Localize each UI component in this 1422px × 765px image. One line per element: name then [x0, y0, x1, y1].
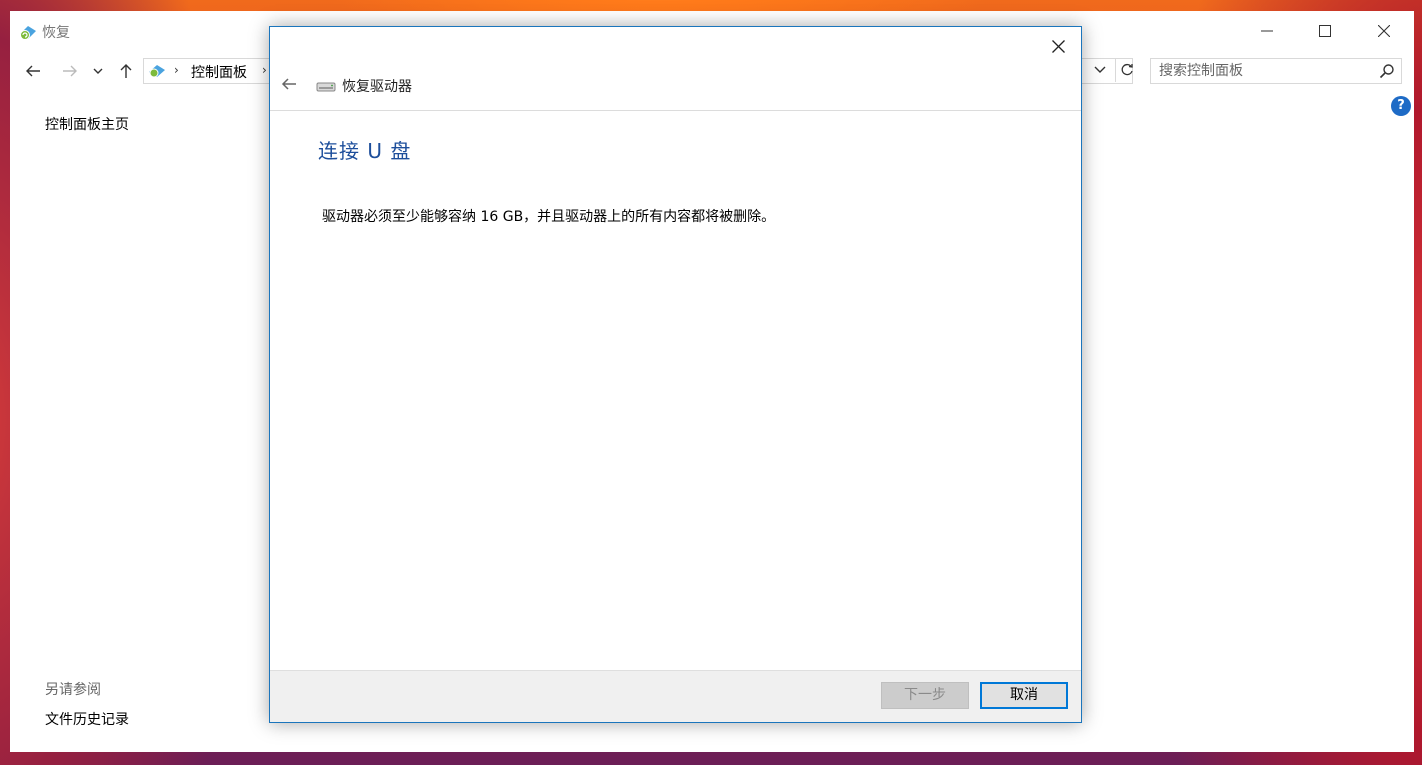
dialog-body-text: 驱动器必须至少能够容纳 16 GB，并且驱动器上的所有内容都将被删除。	[322, 209, 776, 225]
help-icon[interactable]: ?	[1391, 96, 1411, 116]
up-arrow-icon	[120, 64, 132, 78]
maximize-button[interactable]	[1296, 11, 1354, 51]
chevron-right-icon: ›	[174, 63, 179, 77]
dialog-divider	[270, 110, 1081, 111]
minimize-button[interactable]	[1238, 11, 1296, 51]
forward-arrow-icon	[63, 65, 77, 77]
chevron-down-icon	[93, 68, 103, 74]
cancel-button[interactable]: 取消	[980, 682, 1068, 709]
next-button[interactable]: 下一步	[881, 682, 969, 709]
left-nav: 控制面板主页	[45, 114, 129, 134]
close-icon	[1378, 25, 1390, 37]
minimize-icon	[1261, 30, 1273, 32]
up-button[interactable]	[114, 59, 138, 83]
dialog-footer: 下一步 取消	[270, 670, 1081, 722]
drive-icon	[316, 82, 336, 92]
back-button[interactable]	[21, 59, 45, 83]
back-arrow-icon	[26, 65, 40, 77]
file-history-link[interactable]: 文件历史记录	[45, 709, 129, 729]
control-panel-home-link[interactable]: 控制面板主页	[45, 117, 129, 133]
back-arrow-icon	[281, 78, 296, 90]
search-icon[interactable]	[1379, 63, 1395, 79]
close-icon	[1051, 39, 1065, 53]
refresh-button[interactable]	[1115, 58, 1138, 82]
dialog-heading: 连接 U 盘	[318, 139, 412, 163]
search-box[interactable]	[1150, 58, 1402, 84]
dialog-back-button[interactable]	[276, 71, 302, 97]
forward-button[interactable]	[58, 59, 82, 83]
recovery-drive-dialog: 恢复驱动器 连接 U 盘 驱动器必须至少能够容纳 16 GB，并且驱动器上的所有…	[269, 26, 1082, 723]
dialog-title: 恢复驱动器	[342, 79, 412, 95]
dialog-close-button[interactable]	[1043, 33, 1073, 59]
address-dropdown-button[interactable]	[1094, 63, 1106, 77]
see-also-heading: 另请参阅	[45, 682, 101, 698]
breadcrumb-item-control-panel[interactable]: 控制面板	[191, 62, 247, 82]
window-title: 恢复	[42, 25, 70, 41]
close-button[interactable]	[1355, 11, 1413, 51]
search-input[interactable]	[1151, 59, 1387, 83]
control-panel-icon	[149, 65, 165, 78]
recovery-icon	[20, 26, 36, 40]
chevron-right-icon: ›	[262, 63, 267, 77]
chevron-down-icon	[1094, 66, 1106, 73]
recent-locations-button[interactable]	[90, 59, 106, 83]
maximize-icon	[1319, 25, 1331, 37]
refresh-icon	[1121, 63, 1133, 76]
